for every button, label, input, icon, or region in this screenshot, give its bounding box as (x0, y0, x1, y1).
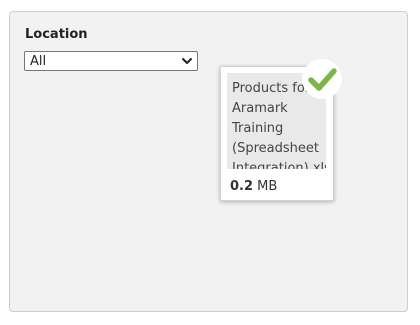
chevron-down-icon (182, 58, 192, 64)
location-select-value: All (30, 54, 47, 69)
file-size: 0.2 MB (230, 179, 277, 195)
file-size-unit: MB (257, 179, 278, 194)
location-select[interactable]: All (24, 51, 198, 71)
checkmark-icon (302, 59, 342, 99)
location-label: Location (25, 27, 88, 42)
file-size-value: 0.2 (230, 179, 254, 194)
